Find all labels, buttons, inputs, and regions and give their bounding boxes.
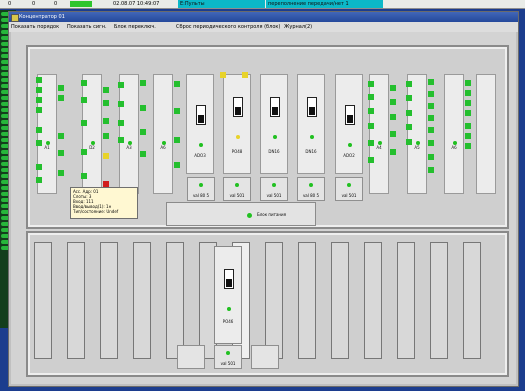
slot-5[interactable] [166,242,184,359]
rack-a6-left[interactable]: A6 [153,74,180,194]
slot-1[interactable] [34,242,52,359]
module-label: val 80 5 [302,193,320,198]
rack-empty-right[interactable] [476,74,496,194]
title-bar: Концентратор 01 [9,12,518,22]
window-title: Концентратор 01 [19,14,65,20]
module-label: val 501 [266,193,282,198]
count-3: 0 [54,1,58,7]
menu-show-signals[interactable]: Показать сигн. [67,22,107,32]
slot-12[interactable] [397,242,415,359]
message-cell: переполнение передачи/нет 1 [266,0,383,8]
po46-label: PO46 [222,319,234,324]
rack-a6-right[interactable]: A6 [444,74,471,194]
menu-bar: Показать порядок Показать сигн. Блок пер… [9,22,518,32]
slot-2[interactable] [67,242,85,359]
slot-4[interactable] [133,242,151,359]
rack-label: DN16 [268,149,280,154]
slot-11[interactable] [364,242,382,359]
rack-a1[interactable]: A1 [36,74,64,194]
po46-module[interactable]: PO46 [214,246,242,344]
count-1: 0 [8,1,12,7]
count-2: 0 [32,1,36,7]
menu-switch-block[interactable]: Блок переключ. [114,22,156,32]
rack-po48[interactable]: PO48 [220,72,251,174]
source-cell: E:Пульты [178,0,265,8]
module-label: val 501 [229,193,245,198]
module-val805-b[interactable]: val 80 5 [297,177,325,201]
rack-d2[interactable]: D2 [81,74,109,194]
status-strip: 0 0 0 02.08.07 10:49:07 E:Пульты перепол… [0,0,525,9]
menu-journal[interactable]: Журнал(2) [284,22,312,32]
rack-label: ADO3 [194,153,206,158]
rack-a3[interactable]: A3 [118,74,146,194]
lower-empty-box-left[interactable] [177,345,205,369]
rack-label: A6 [451,145,457,150]
module-label: val 80 5 [192,193,210,198]
power-block-label: Блок питания [257,212,287,217]
timestamp: 02.08.07 10:49:07 [113,1,160,7]
rack-a5[interactable]: A5 [406,74,434,194]
rack-dn16-a[interactable]: DN16 [260,74,288,174]
info-tooltip: Acc. Адр: 01 Слоты: 3 Вход: 111 Ввод/выв… [70,187,138,219]
rack-label: A6 [160,145,166,150]
lower-empty-box-right[interactable] [251,345,279,369]
rack-a4[interactable]: A4 [368,74,396,194]
module-label: val 501 [341,193,357,198]
lower-module-label: val 501 [220,361,236,366]
rack-label: PO48 [231,149,243,154]
slot-9[interactable] [298,242,316,359]
module-val501-a[interactable]: val 501 [223,177,251,201]
slot-10[interactable] [331,242,349,359]
slot-3[interactable] [100,242,118,359]
menu-periodic-reset[interactable]: Сброс периодического контроля (блок) [176,22,280,32]
module-val805-a[interactable]: val 80 5 [187,177,215,201]
rack-dn16-b[interactable]: DN16 [297,74,325,174]
slot-14[interactable] [463,242,481,359]
rack-ado3[interactable]: ADO3 [186,74,214,174]
rack-ado2[interactable]: ADO2 [335,74,363,174]
slot-8[interactable] [265,242,283,359]
rack-label: A3 [126,145,132,150]
lower-val501-module[interactable]: val 501 [214,345,242,369]
slot-13[interactable] [430,242,448,359]
module-val501-c[interactable]: val 501 [335,177,363,201]
main-window: Концентратор 01 Показать порядок Показат… [8,11,519,387]
menu-show-order[interactable]: Показать порядок [11,22,59,32]
rack-label: A5 [414,145,420,150]
rack-label: DN16 [305,149,317,154]
power-block-button[interactable]: Блок питания [166,202,316,226]
status-bar [70,1,92,7]
module-val501-b[interactable]: val 501 [260,177,288,201]
rack-label: ADO2 [343,153,355,158]
app-icon [11,14,19,22]
